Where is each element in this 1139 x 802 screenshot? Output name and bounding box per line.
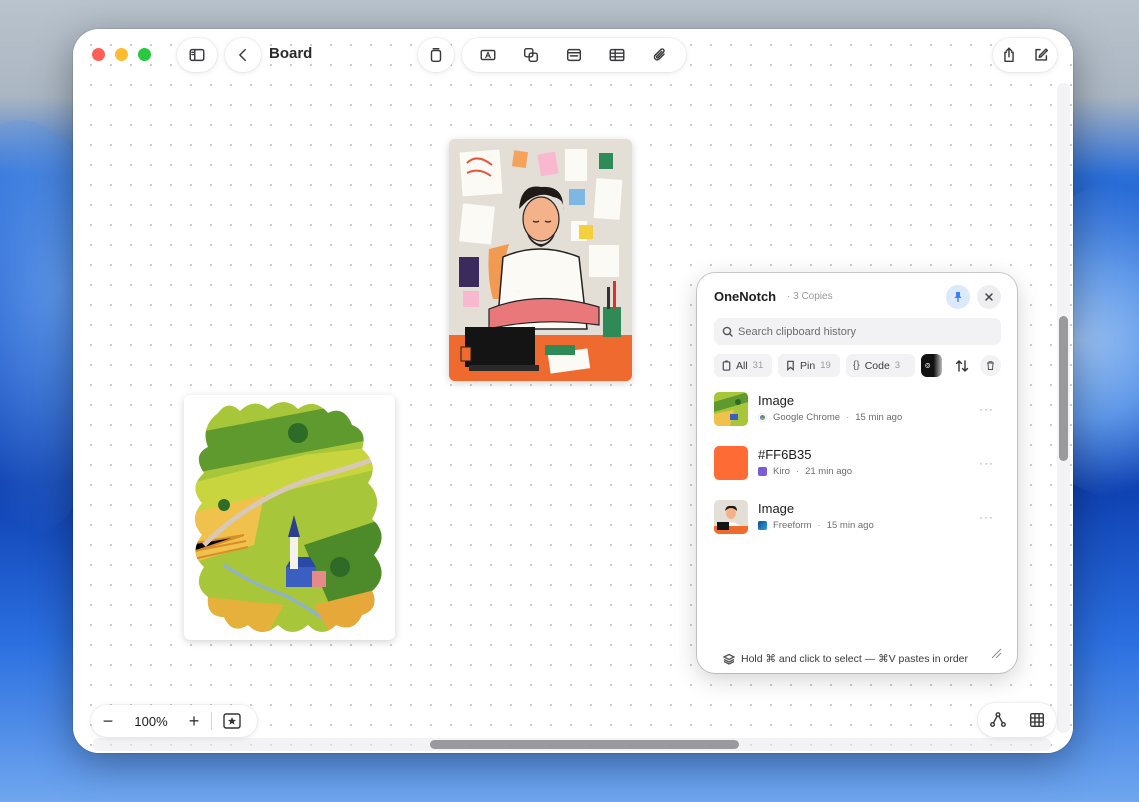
insert-toolbar — [462, 38, 686, 72]
filter-more[interactable] — [921, 354, 942, 377]
search-icon — [722, 326, 733, 337]
copies-count: · 3 Copies — [787, 291, 833, 302]
item-more-button[interactable]: ··· — [979, 402, 994, 416]
item-app: Kiro — [773, 466, 790, 477]
chrome-icon — [758, 413, 767, 422]
filter-pin[interactable]: Pin 19 — [778, 354, 840, 377]
grid-icon[interactable] — [1022, 703, 1052, 737]
filter-code[interactable]: {} Code 3 — [846, 354, 915, 377]
item-more-button[interactable]: ··· — [979, 456, 994, 470]
resize-grip-icon[interactable] — [990, 647, 1002, 659]
zoom-level[interactable]: 100% — [125, 714, 177, 729]
freeform-icon — [758, 521, 767, 530]
filter-all[interactable]: All 31 — [714, 354, 772, 377]
media-icon[interactable] — [557, 38, 591, 72]
board-title: Board — [269, 45, 313, 62]
filter-all-count: 31 — [752, 360, 764, 371]
item-time: 15 min ago — [826, 520, 874, 531]
sort-arrows-icon — [955, 359, 968, 372]
kiro-icon — [758, 467, 767, 476]
chevron-left-icon — [226, 38, 260, 72]
text-box-icon[interactable] — [471, 38, 505, 72]
search-input[interactable] — [736, 324, 980, 339]
bookmark-icon — [787, 360, 794, 371]
filter-pin-count: 19 — [820, 360, 831, 371]
minimize-window-button[interactable] — [115, 48, 128, 61]
braces-icon: {} — [853, 360, 860, 371]
stack-icon — [723, 653, 735, 665]
filter-all-label: All — [736, 359, 748, 372]
pin-icon — [954, 292, 962, 302]
horizontal-scrollbar[interactable] — [430, 740, 739, 749]
clipboard-item[interactable]: #FF6B35 Kiro · 21 min ago ··· — [714, 444, 1004, 484]
close-panel-button[interactable] — [977, 285, 1001, 309]
close-icon — [985, 293, 993, 301]
sticky-note-icon — [419, 38, 453, 72]
close-window-button[interactable] — [92, 48, 105, 61]
connector-icon[interactable] — [983, 703, 1013, 737]
sidebar-toggle-button[interactable] — [177, 38, 217, 72]
panel-footer: Hold ⌘ and click to select — ⌘V pastes i… — [723, 653, 968, 665]
clipboard-icon — [722, 360, 731, 371]
item-thumbnail — [714, 500, 748, 534]
table-icon[interactable] — [600, 38, 634, 72]
item-thumbnail — [714, 392, 748, 426]
item-time: 15 min ago — [855, 412, 903, 423]
item-title: #FF6B35 — [758, 447, 812, 462]
filter-pin-label: Pin — [800, 359, 816, 372]
zoom-in-button[interactable]: + — [177, 711, 211, 732]
back-button[interactable] — [225, 38, 261, 72]
filter-code-count: 3 — [894, 360, 901, 371]
item-more-button[interactable]: ··· — [979, 510, 994, 524]
item-meta: Google Chrome · 15 min ago — [758, 412, 902, 423]
sticky-note-button[interactable] — [418, 38, 454, 72]
spiral-icon — [925, 363, 931, 368]
shapes-icon[interactable] — [514, 38, 548, 72]
trash-icon — [987, 361, 994, 370]
illustration-card-landscape[interactable] — [184, 395, 395, 640]
fullscreen-window-button[interactable] — [138, 48, 151, 61]
filter-code-label: Code — [864, 359, 890, 372]
item-app: Freeform — [773, 520, 812, 531]
sort-button[interactable] — [950, 354, 973, 377]
man-at-desk-illustration — [449, 139, 632, 381]
star-box-icon — [223, 713, 241, 729]
item-meta: Kiro · 21 min ago — [758, 466, 852, 477]
footer-hint: Hold ⌘ and click to select — ⌘V pastes i… — [741, 653, 969, 665]
right-toolbar — [993, 38, 1057, 72]
clipboard-panel: OneNotch · 3 Copies All 31 Pin 19 {} Cod… — [697, 273, 1017, 673]
favorites-button[interactable] — [212, 713, 252, 729]
paperclip-icon[interactable] — [643, 38, 677, 72]
item-time: 21 min ago — [805, 466, 853, 477]
color-swatch — [714, 446, 748, 480]
clipboard-item[interactable]: Image Freeform · 15 min ago ··· — [714, 498, 1004, 538]
zoom-out-button[interactable]: − — [91, 711, 125, 732]
share-icon[interactable] — [994, 38, 1024, 72]
illustration-card-man[interactable] — [449, 139, 632, 381]
item-title: Image — [758, 501, 795, 516]
pin-panel-button[interactable] — [946, 285, 970, 309]
zoom-controls: − 100% + — [91, 705, 257, 737]
freeform-window: Board OneNotch · 3 Copies Search clipboa… — [73, 29, 1073, 753]
clear-history-button[interactable] — [980, 355, 1001, 376]
clipboard-item[interactable]: Image Google Chrome · 15 min ago ··· — [714, 390, 1004, 430]
item-meta: Freeform · 15 min ago — [758, 520, 874, 531]
vertical-scrollbar[interactable] — [1059, 316, 1068, 461]
bottom-right-tools — [978, 703, 1056, 737]
sidebar-icon — [180, 38, 214, 72]
landscape-illustration — [195, 402, 382, 632]
item-app: Google Chrome — [773, 412, 841, 423]
search-field[interactable] — [714, 318, 1001, 345]
panel-title: OneNotch — [714, 289, 777, 304]
compose-icon[interactable] — [1026, 38, 1056, 72]
item-title: Image — [758, 393, 795, 408]
